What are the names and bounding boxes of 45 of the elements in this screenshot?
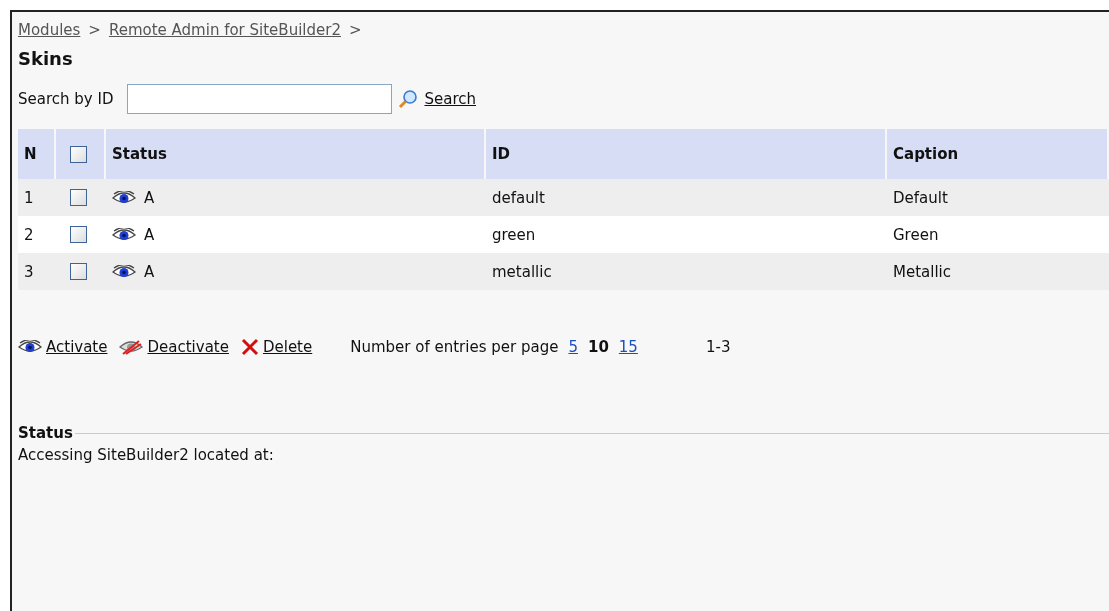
- eye-icon: [112, 227, 136, 242]
- status-code: A: [144, 262, 155, 281]
- table-cell: metallic: [486, 253, 887, 290]
- breadcrumb-separator: >: [348, 21, 362, 39]
- row-checkbox[interactable]: [70, 189, 87, 206]
- activate-link[interactable]: Activate: [46, 338, 108, 356]
- delete-link[interactable]: Delete: [262, 338, 313, 356]
- eye-icon: [18, 340, 42, 354]
- table-cell: green: [486, 216, 887, 253]
- per-page-option[interactable]: 5: [568, 338, 578, 356]
- select-all-checkbox[interactable]: [70, 145, 87, 163]
- column-header: N: [18, 129, 56, 179]
- row-checkbox[interactable]: [70, 263, 87, 280]
- search-label: Search by ID: [18, 90, 114, 108]
- eye-icon: [112, 264, 136, 279]
- row-number: 2: [18, 216, 56, 253]
- status-text: Accessing SiteBuilder2 located at:: [18, 446, 275, 464]
- table-cell: Green: [887, 216, 1109, 253]
- breadcrumb-link[interactable]: Remote Admin for SiteBuilder2: [108, 21, 341, 39]
- column-header: Status: [106, 129, 486, 179]
- entries-range: 1-3: [705, 338, 731, 356]
- per-page-option[interactable]: 15: [618, 338, 638, 356]
- search-link[interactable]: Search: [424, 90, 476, 108]
- breadcrumb-link[interactable]: Modules: [18, 21, 81, 39]
- breadcrumb-separator: >: [88, 21, 101, 39]
- table-cell: default: [486, 179, 887, 216]
- search-icon: [398, 89, 419, 109]
- delete-x-icon: [240, 338, 259, 356]
- per-page-label: Number of entries per page: [350, 338, 559, 356]
- row-checkbox[interactable]: [70, 226, 87, 243]
- status-code: A: [144, 188, 155, 207]
- search-field[interactable]: [127, 84, 393, 114]
- column-header: Caption: [887, 129, 1109, 179]
- row-number: 3: [18, 253, 56, 290]
- status-heading: Status: [18, 424, 73, 442]
- table-cell: Default: [887, 179, 1109, 216]
- column-header: ID: [486, 129, 887, 179]
- eye-icon: [112, 190, 136, 205]
- row-number: 1: [18, 179, 56, 216]
- table-cell: Metallic: [887, 253, 1109, 290]
- crossed-eye-icon: [119, 339, 144, 355]
- deactivate-link[interactable]: Deactivate: [147, 338, 229, 356]
- status-code: A: [144, 225, 155, 244]
- page-title: Skins: [18, 48, 74, 69]
- per-page-option[interactable]: 10: [587, 338, 609, 356]
